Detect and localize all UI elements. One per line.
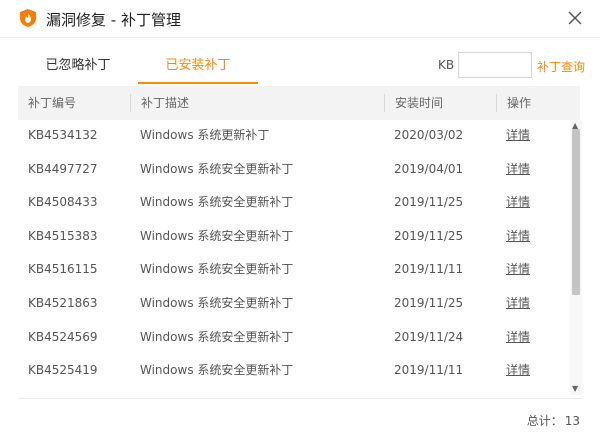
patch-id: KB4534132 bbox=[28, 128, 98, 142]
title-bar: 漏洞修复 - 补丁管理 bbox=[0, 0, 600, 38]
scroll-thumb[interactable] bbox=[572, 129, 580, 295]
details-link[interactable]: 详情 bbox=[506, 120, 530, 154]
patch-search-button[interactable]: 补丁查询 bbox=[537, 58, 585, 75]
table-row: KB4515383 Windows 系统安全更新补丁 2019/11/25 详情 bbox=[18, 221, 570, 255]
install-date: 2019/11/24 bbox=[394, 329, 464, 344]
footer-divider bbox=[18, 398, 582, 399]
details-link[interactable]: 详情 bbox=[506, 187, 530, 221]
column-header-action: 操作 bbox=[496, 94, 580, 112]
patch-description: Windows 系统安全更新补丁 bbox=[140, 161, 294, 176]
patch-id: KB4521863 bbox=[28, 296, 98, 310]
patch-description: Windows 系统安全更新补丁 bbox=[140, 329, 294, 344]
patch-id: KB4515383 bbox=[28, 228, 98, 243]
details-link[interactable]: 详情 bbox=[506, 322, 530, 356]
patch-list: KB4534132 Windows 系统更新补丁 2020/03/02 详情 K… bbox=[18, 120, 570, 390]
table-row: KB4525419 Windows 系统安全更新补丁 2019/11/11 详情 bbox=[18, 355, 570, 389]
details-link[interactable]: 详情 bbox=[506, 221, 530, 255]
install-date: 2019/11/25 bbox=[394, 195, 464, 210]
tab-ignored-patches[interactable]: 已忽略补丁 bbox=[30, 48, 126, 84]
table-header: 补丁编号 补丁描述 安装时间 操作 bbox=[18, 86, 580, 120]
table-row: KB4524569 Windows 系统安全更新补丁 2019/11/24 详情 bbox=[18, 322, 570, 356]
column-header-install-time: 安装时间 bbox=[384, 94, 496, 112]
patch-description: Windows 系统安全更新补丁 bbox=[140, 363, 294, 378]
table-row: KB4508433 Windows 系统安全更新补丁 2019/11/25 详情 bbox=[18, 187, 570, 221]
patch-id: KB4525419 bbox=[28, 363, 98, 378]
close-icon[interactable] bbox=[566, 9, 584, 27]
patch-description: Windows 系统安全更新补丁 bbox=[140, 228, 294, 243]
install-date: 2019/11/25 bbox=[394, 228, 464, 243]
details-link[interactable]: 详情 bbox=[506, 254, 530, 288]
install-date: 2019/04/01 bbox=[394, 161, 464, 176]
total-count: 总计： 13 bbox=[525, 412, 580, 429]
column-header-id: 补丁编号 bbox=[28, 96, 77, 110]
details-link[interactable]: 详情 bbox=[506, 154, 530, 188]
tab-installed-patches[interactable]: 已安装补丁 bbox=[138, 48, 258, 84]
column-header-description: 补丁描述 bbox=[130, 94, 384, 112]
patch-id: KB4524569 bbox=[28, 329, 98, 344]
install-date: 2019/11/11 bbox=[394, 262, 464, 277]
details-link[interactable]: 详情 bbox=[506, 355, 530, 389]
install-date: 2019/11/25 bbox=[394, 296, 464, 310]
table-row: KB4521863 Windows 系统安全更新补丁 2019/11/25 详情 bbox=[18, 288, 570, 322]
kb-label: KB bbox=[438, 58, 455, 72]
details-link[interactable]: 详情 bbox=[506, 288, 530, 322]
patch-id: KB4497727 bbox=[28, 161, 98, 176]
scroll-down-icon[interactable]: ▼ bbox=[572, 385, 578, 393]
kb-search-input[interactable] bbox=[458, 52, 532, 78]
install-date: 2020/03/02 bbox=[394, 128, 464, 142]
install-date: 2019/11/11 bbox=[394, 363, 464, 378]
patch-id: KB4508433 bbox=[28, 195, 98, 210]
table-row: KB4497727 Windows 系统安全更新补丁 2019/04/01 详情 bbox=[18, 154, 570, 188]
patch-description: Windows 系统安全更新补丁 bbox=[140, 195, 294, 210]
total-label: 总计： bbox=[526, 414, 563, 428]
total-value: 13 bbox=[564, 414, 580, 428]
patch-description: Windows 系统安全更新补丁 bbox=[140, 262, 294, 277]
patch-id: KB4516115 bbox=[28, 262, 98, 277]
patch-description: Windows 系统更新补丁 bbox=[140, 128, 270, 142]
flame-shield-icon bbox=[20, 9, 36, 27]
vertical-scrollbar[interactable]: ▲ ▼ bbox=[570, 120, 582, 395]
patch-description: Windows 系统安全更新补丁 bbox=[140, 296, 294, 310]
table-row: KB4534132 Windows 系统更新补丁 2020/03/02 详情 bbox=[18, 120, 570, 154]
window-title: 漏洞修复 - 补丁管理 bbox=[46, 11, 181, 29]
table-row: KB4516115 Windows 系统安全更新补丁 2019/11/11 详情 bbox=[18, 254, 570, 288]
